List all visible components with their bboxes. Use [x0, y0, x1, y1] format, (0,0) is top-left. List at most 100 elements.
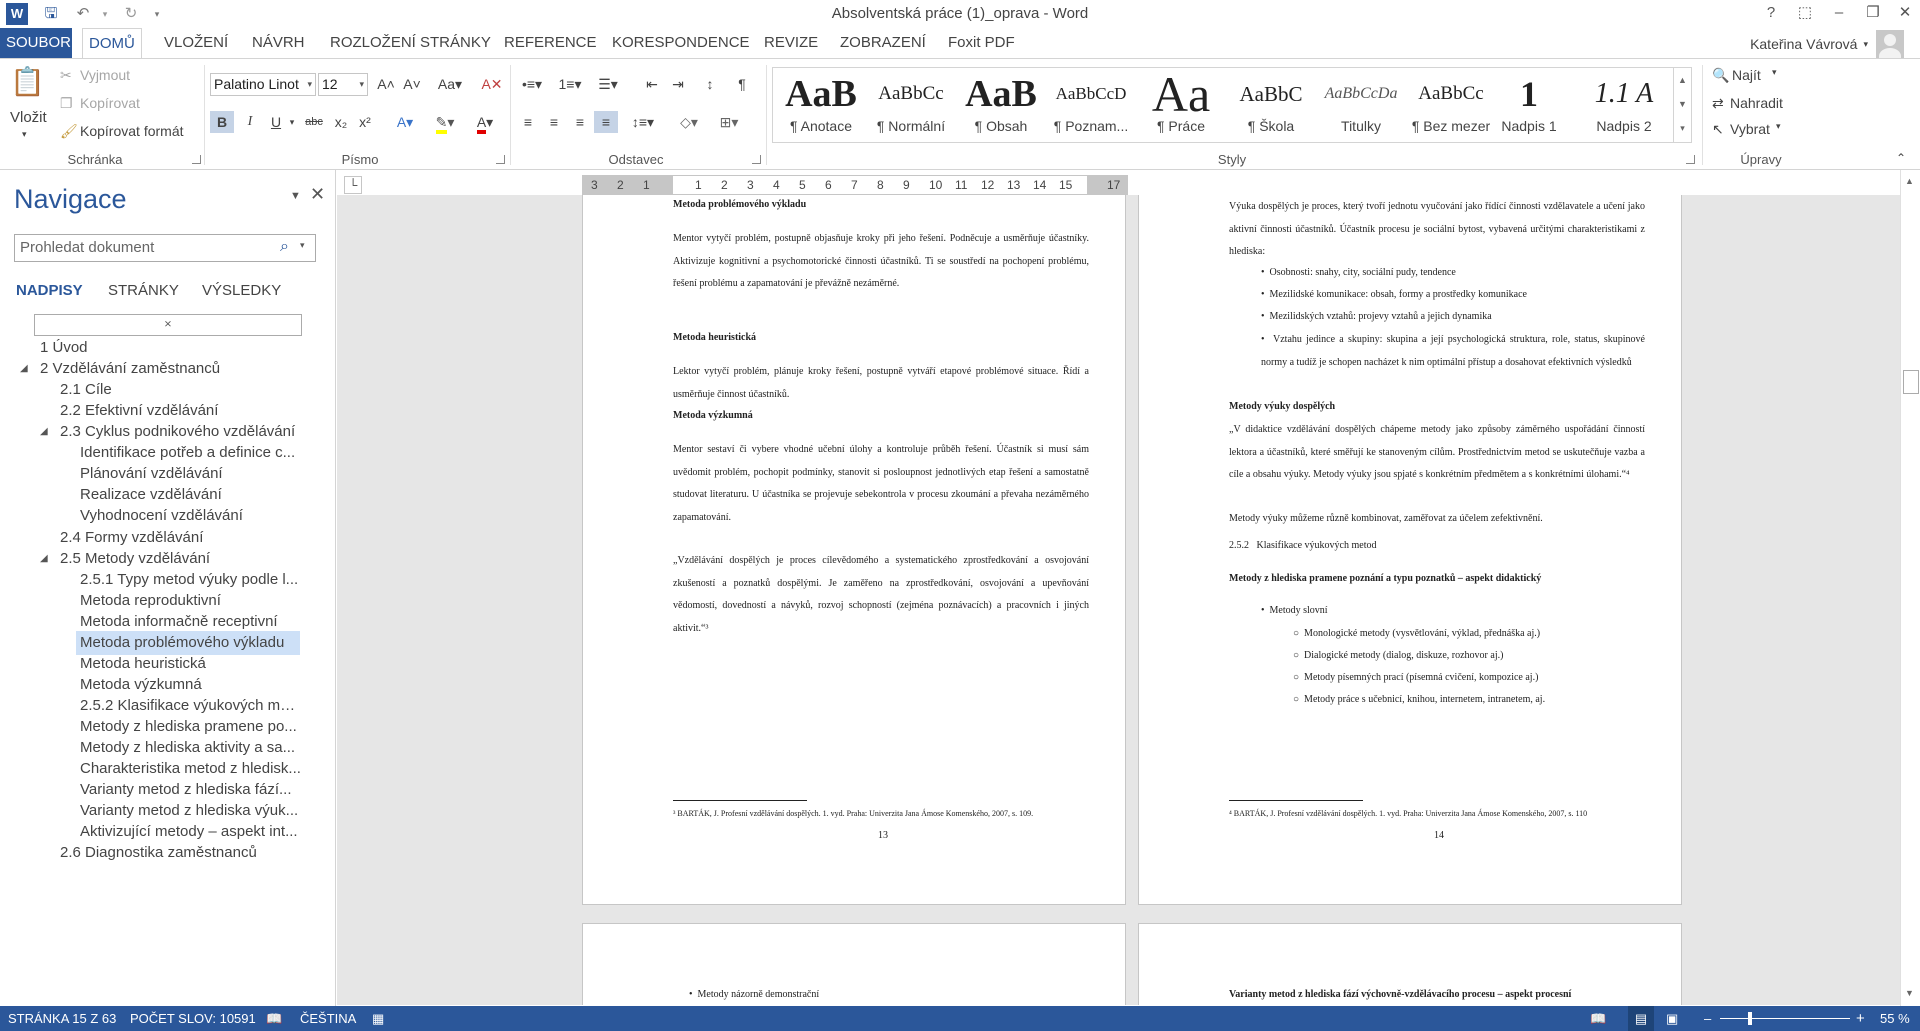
collapse-ribbon-icon[interactable]: ⌃: [1896, 151, 1906, 165]
user-account[interactable]: Kateřina Vávrová ▾: [1750, 30, 1904, 58]
search-icon[interactable]: ⌕: [280, 238, 289, 256]
select-button[interactable]: Vybrat: [1730, 121, 1770, 137]
style-obsah[interactable]: AaB ¶ Obsah: [957, 68, 1045, 142]
page-14[interactable]: Výuka dospělých je proces, který tvoří j…: [1138, 195, 1682, 905]
language[interactable]: ČEŠTINA: [300, 1006, 356, 1031]
zoom-slider[interactable]: [1720, 1018, 1850, 1019]
italic-icon[interactable]: I: [238, 111, 262, 133]
style-poznamka[interactable]: AaBbCcD ¶ Poznam...: [1047, 68, 1135, 142]
shading-icon[interactable]: ◇▾: [672, 111, 706, 133]
nav-options-icon[interactable]: ▼: [290, 190, 301, 202]
page-16[interactable]: Varianty metod z hlediska fází výchovně-…: [1138, 923, 1682, 1005]
highlight-icon[interactable]: ✎▾: [428, 111, 462, 134]
increase-indent-icon[interactable]: ⇥: [666, 73, 690, 95]
nav-heading[interactable]: 2.6 Diagnostika zaměstnanců: [60, 841, 304, 865]
select-dropdown-icon[interactable]: ▾: [1776, 121, 1781, 132]
tab-pages[interactable]: STRÁNKY: [108, 282, 179, 299]
text-effects-icon[interactable]: A▾: [390, 111, 420, 133]
page-13[interactable]: Metoda problémového výkladu Mentor vytyč…: [582, 195, 1126, 905]
help-button[interactable]: ?: [1754, 0, 1788, 26]
tab-selector[interactable]: └: [344, 176, 362, 194]
show-formatting-marks-icon[interactable]: ¶: [730, 73, 754, 95]
style-nadpis-2[interactable]: 1.1 A Nadpis 2: [1579, 68, 1669, 142]
sort-icon[interactable]: ↕: [698, 73, 722, 95]
justify-icon[interactable]: ≡: [594, 111, 618, 133]
expand-icon[interactable]: ◢: [20, 357, 28, 381]
tab-layout[interactable]: ROZLOŽENÍ STRÁNKY: [324, 28, 497, 58]
shrink-font-icon[interactable]: A˅: [400, 73, 424, 95]
style-nadpis-1[interactable]: 1 Nadpis 1: [1497, 68, 1561, 142]
style-bez-mezer[interactable]: AaBbCc ¶ Bez mezer: [1407, 68, 1495, 142]
tab-view[interactable]: ZOBRAZENÍ: [834, 28, 932, 58]
tab-home[interactable]: DOMŮ: [82, 28, 142, 59]
tab-references[interactable]: REFERENCE: [498, 28, 603, 58]
paste-icon[interactable]: 📋: [10, 65, 45, 99]
style-titulky[interactable]: AaBbCcDa Titulky: [1317, 68, 1405, 142]
web-layout-icon[interactable]: ▣: [1666, 1006, 1678, 1031]
close-icon[interactable]: ✕: [310, 184, 325, 205]
nav-heading[interactable]: Vyhodnocení vzdělávání: [80, 504, 302, 528]
underline-dropdown-icon[interactable]: ▾: [286, 111, 298, 133]
clear-formatting-icon[interactable]: A✕: [480, 73, 504, 95]
word-count[interactable]: POČET SLOV: 10591: [130, 1006, 256, 1031]
style-skola[interactable]: AaBbC ¶ Škola: [1227, 68, 1315, 142]
font-dialog-launcher[interactable]: [496, 155, 505, 164]
tab-design[interactable]: NÁVRH: [246, 28, 311, 58]
line-spacing-icon[interactable]: ↕≡▾: [626, 111, 660, 133]
styles-more-icon[interactable]: ▾: [1674, 116, 1691, 140]
font-color-icon[interactable]: A▾: [468, 111, 502, 134]
search-input[interactable]: Prohledat dokument: [14, 234, 316, 262]
document-canvas[interactable]: Metoda problémového výkladu Mentor vytyč…: [337, 195, 1900, 1005]
style-normalni[interactable]: AaBbCc ¶ Normální: [867, 68, 955, 142]
numbering-icon[interactable]: 1≡▾: [554, 73, 586, 95]
underline-icon[interactable]: U: [264, 111, 288, 133]
search-options-icon[interactable]: ▾: [300, 240, 305, 251]
zoom-thumb[interactable]: [1748, 1012, 1752, 1025]
subscript-icon[interactable]: x₂: [330, 111, 352, 133]
replace-button[interactable]: Nahradit: [1730, 95, 1783, 111]
print-layout-icon[interactable]: ▤: [1628, 1006, 1654, 1031]
cut-button[interactable]: Vyjmout: [80, 67, 130, 83]
read-mode-icon[interactable]: 📖: [1590, 1006, 1606, 1031]
bold-icon[interactable]: B: [210, 111, 234, 133]
tab-headings[interactable]: NADPISY: [16, 282, 83, 299]
align-center-icon[interactable]: ≡: [542, 111, 566, 133]
tab-foxit-pdf[interactable]: Foxit PDF: [942, 28, 1021, 58]
scroll-up-icon[interactable]: ▲: [1674, 68, 1691, 92]
close-button[interactable]: ✕: [1888, 0, 1920, 26]
proofing-icon[interactable]: 📖: [266, 1006, 282, 1031]
horizontal-ruler[interactable]: 3 2 1 1 2 3 4 5 6 7 8 9 10 11 12 13 14 1…: [582, 175, 1128, 195]
align-left-icon[interactable]: ≡: [516, 111, 540, 133]
page-15[interactable]: • Metody názorně demonstrační: [582, 923, 1126, 1005]
scroll-thumb[interactable]: [1903, 370, 1919, 394]
styles-dialog-launcher[interactable]: [1686, 155, 1695, 164]
copy-button[interactable]: Kopírovat: [80, 95, 140, 111]
zoom-out-icon[interactable]: –: [1704, 1006, 1711, 1031]
clipboard-dialog-launcher[interactable]: [192, 155, 201, 164]
paragraph-dialog-launcher[interactable]: [752, 155, 761, 164]
tab-results[interactable]: VÝSLEDKY: [202, 282, 281, 299]
style-anotace[interactable]: AaB ¶ Anotace: [777, 68, 865, 142]
superscript-icon[interactable]: x²: [354, 111, 376, 133]
ribbon-display-options-icon[interactable]: ⬚: [1788, 0, 1822, 26]
decrease-indent-icon[interactable]: ⇤: [640, 73, 664, 95]
vertical-scrollbar[interactable]: ▲ ▼: [1900, 170, 1920, 1006]
collapse-all-bar[interactable]: ⨯: [34, 314, 302, 336]
multilevel-list-icon[interactable]: ☰▾: [592, 73, 624, 95]
font-size-combo[interactable]: 12 ▾: [318, 73, 368, 96]
restore-button[interactable]: ❐: [1856, 0, 1890, 26]
style-prace[interactable]: Aa ¶ Práce: [1137, 68, 1225, 142]
expand-icon[interactable]: ◢: [40, 420, 48, 444]
minimize-button[interactable]: –: [1822, 0, 1856, 26]
scroll-down-icon[interactable]: ▼: [1905, 988, 1914, 998]
zoom-level[interactable]: 55 %: [1880, 1006, 1910, 1031]
page-indicator[interactable]: STRÁNKA 15 Z 63: [8, 1006, 116, 1031]
tab-insert[interactable]: VLOŽENÍ: [158, 28, 234, 58]
grow-font-icon[interactable]: A˄: [374, 73, 398, 95]
change-case-icon[interactable]: Aa▾: [432, 73, 468, 95]
borders-icon[interactable]: ⊞▾: [712, 111, 746, 133]
bullets-icon[interactable]: •≡▾: [516, 73, 548, 95]
find-button[interactable]: Najít: [1732, 67, 1761, 83]
tab-mailings[interactable]: KORESPONDENCE: [606, 28, 756, 58]
format-painter-button[interactable]: Kopírovat formát: [80, 123, 184, 139]
